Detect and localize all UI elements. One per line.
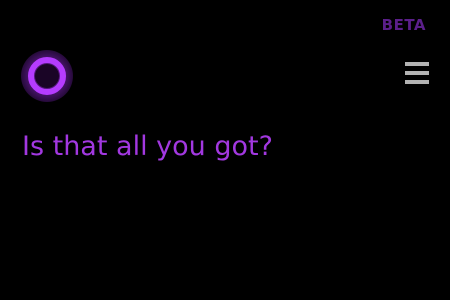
hamburger-menu-icon[interactable] — [405, 61, 429, 85]
menu-bar-bottom — [405, 80, 429, 84]
assistant-response: Is that all you got? — [22, 131, 273, 162]
beta-badge: BETA — [381, 16, 426, 34]
cortana-ring-svg — [21, 50, 73, 102]
menu-bar-middle — [405, 71, 429, 75]
cortana-ring-icon[interactable] — [20, 49, 74, 103]
menu-bar-top — [405, 62, 429, 66]
